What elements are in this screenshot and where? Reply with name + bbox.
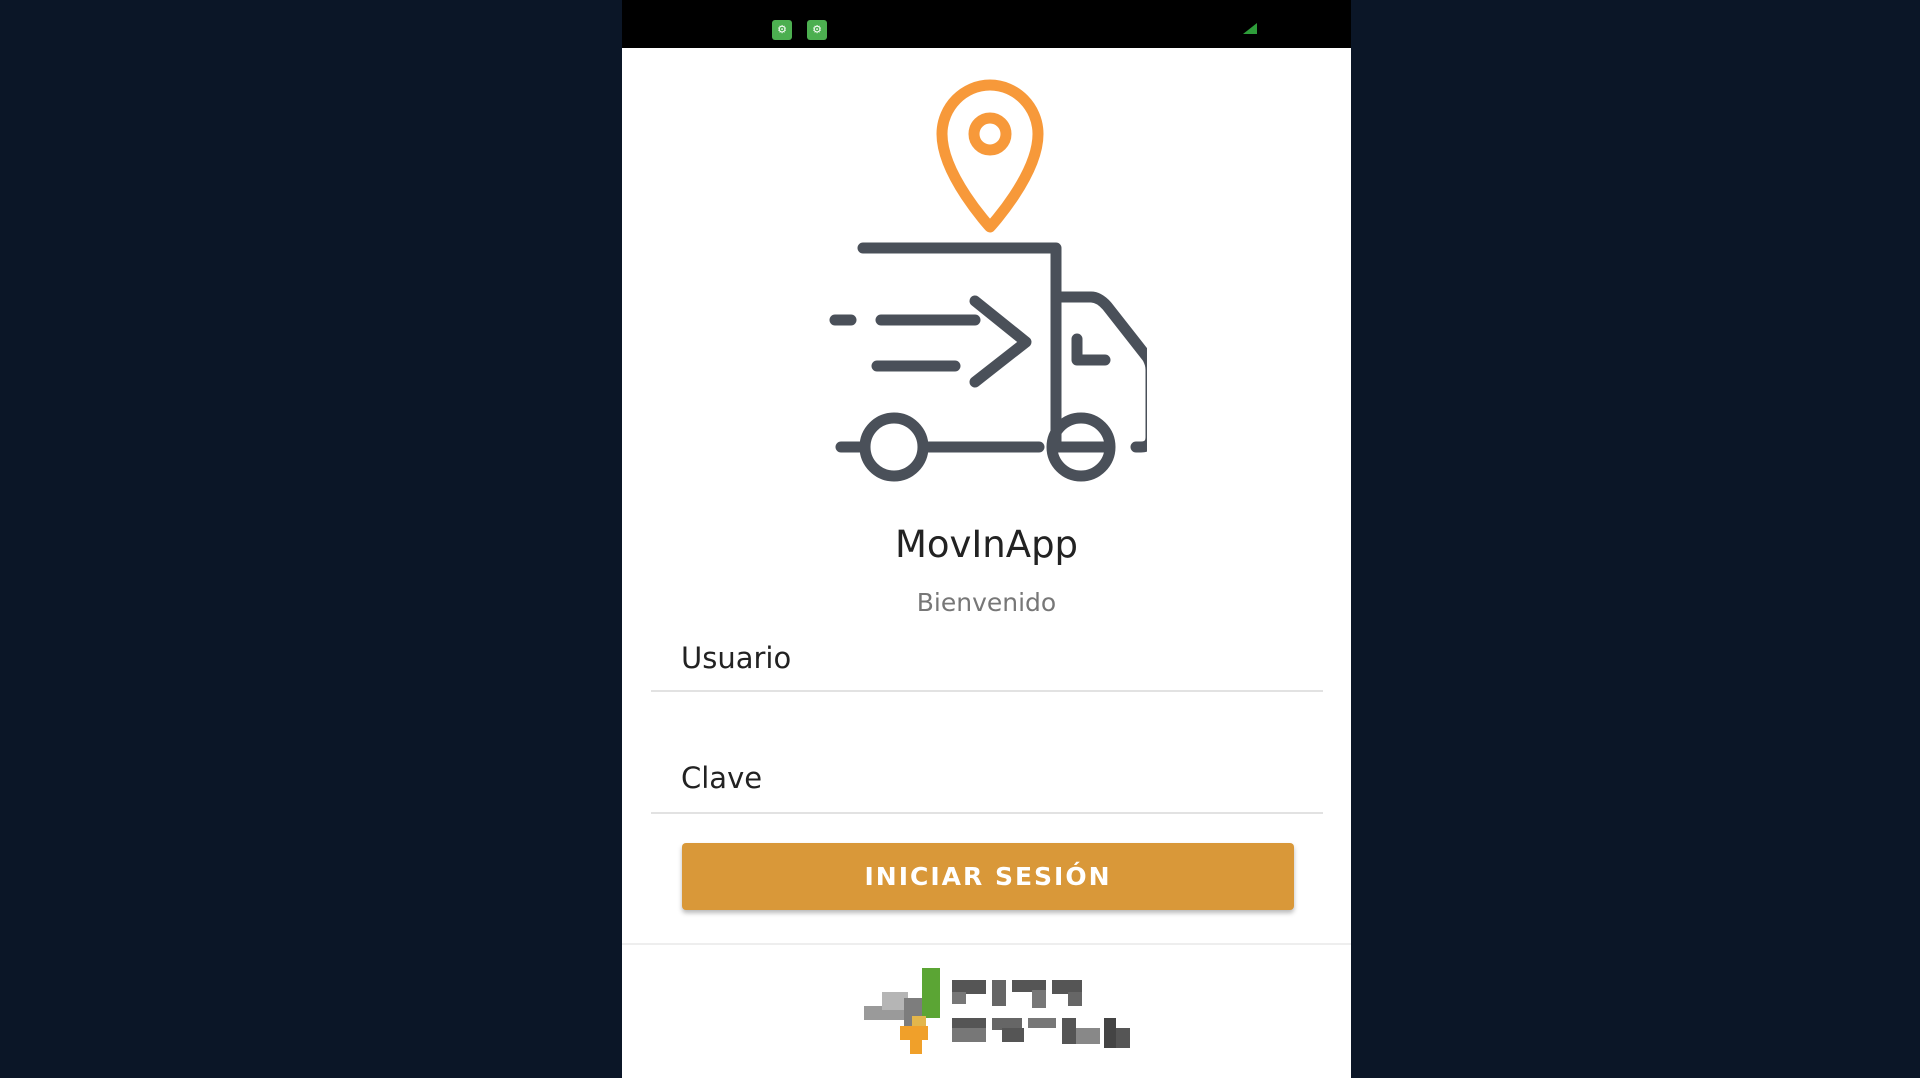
battery-icon	[1243, 23, 1257, 34]
username-input[interactable]	[651, 625, 1323, 692]
app-title: MovInApp	[894, 523, 1079, 566]
login-button[interactable]: INICIAR SESIÓN	[682, 843, 1294, 910]
company-logo	[864, 968, 1130, 1054]
password-input[interactable]	[651, 744, 1323, 814]
android-debug-icon: ⚙	[772, 20, 792, 40]
welcome-subtitle: Bienvenido	[916, 588, 1057, 617]
android-debug-icon: ⚙	[807, 20, 827, 40]
delivery-truck-location-icon	[829, 79, 1147, 482]
divider	[622, 943, 1351, 945]
mobile-screen: ⚙ ⚙ MovInApp Bienvenido INICIAR SESIÓN	[622, 0, 1351, 1078]
status-bar: ⚙ ⚙	[622, 0, 1351, 48]
